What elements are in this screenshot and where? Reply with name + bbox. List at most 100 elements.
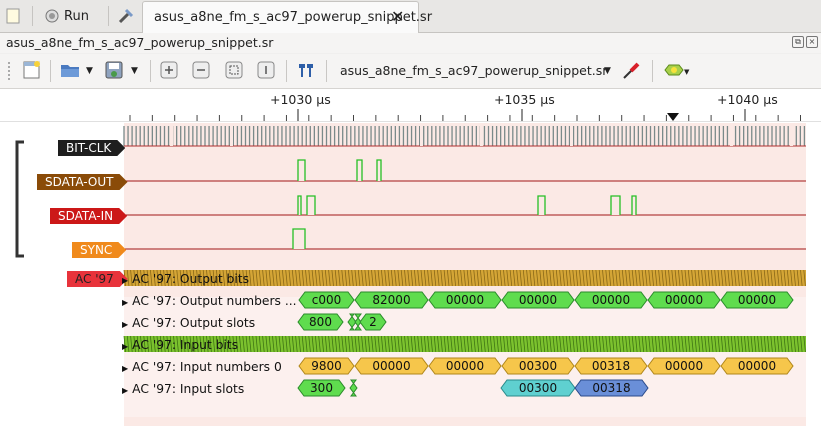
separator xyxy=(108,6,109,26)
pulse-bg xyxy=(307,196,315,215)
separator xyxy=(32,6,33,26)
separator xyxy=(286,60,287,82)
chevron-down-icon[interactable]: ▼ xyxy=(86,66,93,76)
row-label: AC '97: Output slots xyxy=(132,316,256,330)
session-header: asus_a8ne_fm_s_ac97_powerup_snippet.sr ⧉… xyxy=(0,33,821,53)
zoom-one-to-one-icon[interactable] xyxy=(256,60,276,80)
ruler-label: +1040 µs xyxy=(717,92,778,107)
input-number: 00000 xyxy=(720,357,794,375)
decoder-row-output-bits: ▶ AC '97: Output bits xyxy=(122,272,250,286)
row-label: AC '97: Input numbers 0 xyxy=(132,360,282,374)
annotation-label: 00000 xyxy=(372,359,410,373)
save-icon[interactable] xyxy=(104,60,124,80)
input-number: 9800 xyxy=(298,357,355,375)
channel-tag-sdata-in[interactable]: SDATA-IN xyxy=(50,208,127,224)
channel-group-bracket xyxy=(15,140,24,258)
cursors-icon[interactable] xyxy=(296,60,316,80)
row-label: AC '97: Input bits xyxy=(132,338,239,352)
channel-tag-sync[interactable]: SYNC xyxy=(72,242,126,258)
annotation-label: 00000 xyxy=(665,293,703,307)
pulse-bg xyxy=(611,196,620,215)
decoder-area xyxy=(124,297,806,417)
close-session-icon[interactable]: × xyxy=(806,36,818,48)
annotation-label: 00000 xyxy=(519,293,557,307)
clock-gap xyxy=(170,126,173,146)
ruler-label: +1030 µs xyxy=(270,92,331,107)
annotation-label: 00318 xyxy=(592,359,630,373)
device-selector[interactable]: asus_a8ne_fm_s_ac97_powerup_snippet.sr xyxy=(340,63,607,78)
annotation-label: 00000 xyxy=(592,293,630,307)
decoder-row-input-numbers: ▶ AC '97: Input numbers 0 xyxy=(122,360,282,374)
zoom-out-icon[interactable] xyxy=(191,60,211,80)
ruler-label: +1035 µs xyxy=(494,92,555,107)
pulse-bg xyxy=(298,160,305,181)
separator xyxy=(150,60,151,82)
clock-gap xyxy=(570,126,573,146)
close-tab-icon[interactable]: ✕ xyxy=(391,7,404,26)
clock-gap xyxy=(420,126,423,146)
input-number: 00000 xyxy=(647,357,721,375)
chevron-down-icon[interactable]: ▼ xyxy=(604,66,611,76)
zoom-fit-icon[interactable] xyxy=(224,60,244,80)
row-label: AC '97: Output bits xyxy=(132,272,250,286)
chevron-down-icon[interactable]: ▼ xyxy=(684,68,689,76)
pulse-bg xyxy=(293,229,305,249)
clock-gap xyxy=(480,126,483,146)
float-icon[interactable]: ⧉ xyxy=(792,36,804,48)
output-slot: 800 xyxy=(297,313,344,331)
decoder-row-input-bits: ▶ AC '97: Input bits xyxy=(122,338,239,352)
annotation-label: 00000 xyxy=(738,293,776,307)
run-button[interactable]: Run xyxy=(45,4,89,28)
decoder-row-input-slots: ▶ AC '97: Input slots xyxy=(122,382,245,396)
channel-tag-sdata-out[interactable]: SDATA-OUT xyxy=(37,174,128,190)
separator xyxy=(652,60,653,82)
annotation-label: 00300 xyxy=(519,359,557,373)
clock-gap xyxy=(790,126,793,146)
annotation-label: 00000 xyxy=(446,359,484,373)
time-ruler[interactable]: +1030 µs +1035 µs +1040 µs xyxy=(0,89,821,122)
tab-document[interactable]: asus_a8ne_fm_s_ac97_powerup_snippet.sr ✕ xyxy=(142,1,432,33)
input-number: 00000 xyxy=(428,357,502,375)
probe-icon[interactable] xyxy=(622,60,642,80)
annotation-label: 00000 xyxy=(738,359,776,373)
run-label: Run xyxy=(64,8,89,24)
decoder-row-output-slots: ▶ AC '97: Output slots xyxy=(122,316,256,330)
trace-canvas[interactable]: c000 82000 00000 00000 00000 00000 00000 800 2 98… xyxy=(0,89,821,426)
annotation-label: 00000 xyxy=(446,293,484,307)
zoom-in-icon[interactable] xyxy=(159,60,179,80)
trigger-marker-icon xyxy=(667,113,679,121)
annotation-label: 82000 xyxy=(372,293,410,307)
clock-gap xyxy=(230,126,233,146)
decoder-tag-ac97[interactable]: AC '97 xyxy=(67,271,128,287)
new-session-icon xyxy=(6,8,20,24)
session-title: asus_a8ne_fm_s_ac97_powerup_snippet.sr xyxy=(6,35,274,50)
input-number: 00000 xyxy=(354,357,429,375)
annotation-label: c000 xyxy=(312,293,342,307)
output-number: 00000 xyxy=(501,291,575,309)
output-number: c000 xyxy=(298,291,355,309)
annotation-label: 00318 xyxy=(592,381,630,395)
annotation-label: 9800 xyxy=(311,359,342,373)
output-slot: 2 xyxy=(359,313,387,331)
pulse-bg xyxy=(357,160,362,181)
open-folder-icon[interactable] xyxy=(60,60,80,80)
new-session-button[interactable] xyxy=(6,4,20,28)
output-number: 00000 xyxy=(720,291,794,309)
trace-view[interactable]: c000 82000 00000 00000 00000 00000 00000 800 2 98… xyxy=(0,89,821,426)
add-decoder-icon[interactable] xyxy=(664,60,684,80)
toolbar-grip xyxy=(8,62,13,80)
annotation-label: 300 xyxy=(310,381,333,395)
output-number: 82000 xyxy=(354,291,429,309)
chevron-down-icon[interactable]: ▼ xyxy=(131,66,138,76)
new-view-icon[interactable] xyxy=(22,60,42,80)
output-number: 00000 xyxy=(574,291,648,309)
channel-tag-bit-clk[interactable]: BIT-CLK xyxy=(58,140,125,156)
separator xyxy=(326,60,327,82)
input-slot: 300 xyxy=(297,379,346,397)
row-label: AC '97: Output numbers ... xyxy=(132,294,297,308)
input-slot: 00318 xyxy=(574,379,649,397)
settings-button[interactable] xyxy=(117,4,135,28)
output-number: 00000 xyxy=(647,291,721,309)
annotation-label: 2 xyxy=(369,315,377,329)
tools-icon xyxy=(118,8,134,24)
